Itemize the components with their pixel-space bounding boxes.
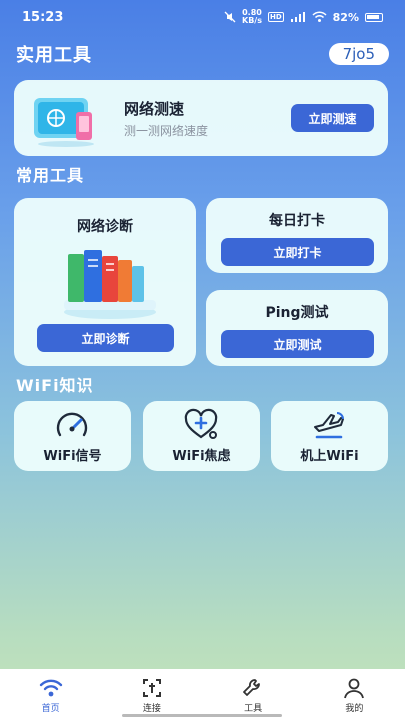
status-bar: 15:23 0.80 KB/s HD 82% xyxy=(0,0,405,34)
wifi-icon xyxy=(39,679,62,697)
common-tools-title: 常用工具 xyxy=(16,166,85,185)
wifi-signal-label: WiFi信号 xyxy=(43,449,102,464)
airplane-icon xyxy=(314,412,344,439)
wifi-anxiety-card[interactable]: WiFi焦虑 xyxy=(143,401,260,471)
checkin-title: 每日打卡 xyxy=(269,213,325,229)
start-speed-test-button[interactable]: 立即测速 xyxy=(291,104,374,132)
status-time: 15:23 xyxy=(22,9,64,25)
tab-tools[interactable]: 工具 xyxy=(203,669,304,720)
heart-stethoscope-icon xyxy=(184,408,218,439)
wifi-anxiety-label: WiFi焦虑 xyxy=(172,449,231,464)
inflight-wifi-card[interactable]: 机上WiFi xyxy=(271,401,388,471)
header: 实用工具 7jo5 xyxy=(16,40,389,68)
battery-percent: 82% xyxy=(332,10,359,24)
battery-icon xyxy=(365,12,383,22)
diagnosis-title: 网络诊断 xyxy=(77,219,133,235)
speed-test-illustration-icon xyxy=(34,98,94,147)
tab-connect[interactable]: 连接 xyxy=(101,669,202,720)
tab-home[interactable]: 首页 xyxy=(0,669,101,720)
speed-test-card[interactable]: 网络测速 测一测网络速度 立即测速 xyxy=(14,80,388,156)
signal-gauge-icon xyxy=(56,412,88,437)
code-badge[interactable]: 7jo5 xyxy=(328,43,389,65)
diagnosis-card[interactable]: 网络诊断 立即诊断 xyxy=(14,198,196,366)
net-speed: 0.80 KB/s xyxy=(242,8,262,25)
mute-icon xyxy=(224,11,236,23)
start-checkin-button[interactable]: 立即打卡 xyxy=(221,238,374,266)
ping-title: Ping测试 xyxy=(265,305,329,321)
cell-signal-icon xyxy=(290,12,305,22)
wifi-knowledge-title: WiFi知识 xyxy=(16,376,94,395)
tab-tools-label: 工具 xyxy=(244,704,263,714)
diagnosis-illustration-icon xyxy=(64,250,156,319)
tab-connect-label: 连接 xyxy=(142,704,161,714)
wrench-icon xyxy=(243,679,261,696)
inflight-wifi-label: 机上WiFi xyxy=(300,449,359,464)
start-ping-button[interactable]: 立即测试 xyxy=(221,330,374,358)
speed-test-title: 网络测速 xyxy=(124,100,185,118)
start-diagnosis-button[interactable]: 立即诊断 xyxy=(37,324,174,352)
tab-home-label: 首页 xyxy=(41,704,60,714)
ping-card[interactable]: Ping测试 立即测试 xyxy=(206,290,388,366)
tab-mine[interactable]: 我的 xyxy=(304,669,405,720)
status-icons: 0.80 KB/s HD 82% xyxy=(224,9,383,25)
bottom-tab-bar: 首页 连接 工具 我的 xyxy=(0,669,405,720)
connect-scan-icon xyxy=(142,679,161,697)
tab-mine-label: 我的 xyxy=(345,704,364,714)
home-indicator[interactable] xyxy=(122,714,282,717)
wifi-signal-card[interactable]: WiFi信号 xyxy=(14,401,131,471)
hd-badge: HD xyxy=(267,12,284,22)
speed-test-subtitle: 测一测网络速度 xyxy=(124,124,209,138)
page-title: 实用工具 xyxy=(16,45,92,66)
checkin-card[interactable]: 每日打卡 立即打卡 xyxy=(206,198,388,273)
wifi-status-icon xyxy=(312,11,327,22)
person-icon xyxy=(344,678,365,699)
